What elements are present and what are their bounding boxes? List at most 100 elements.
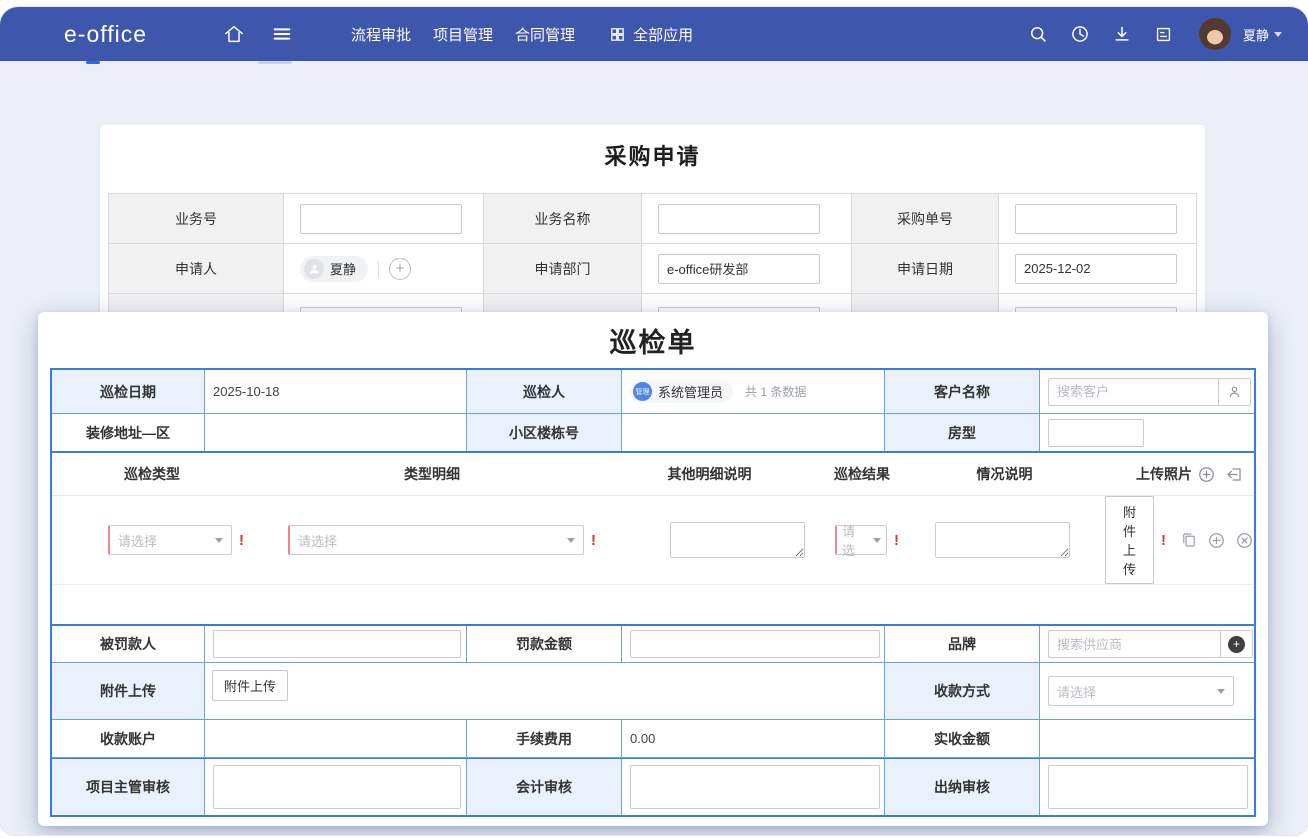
upload-photo-button[interactable]: 附件上传 [1105, 496, 1154, 584]
chevron-down-icon [1217, 689, 1225, 694]
inspector-name: 系统管理员 [658, 382, 723, 401]
inspection-detail-section: 巡检类型 类型明细 其他明细说明 巡检结果 情况说明 上传照片 [52, 451, 1254, 626]
top-navbar: e-office 流程审批 项目管理 合同管理 全部应用 [0, 7, 1308, 61]
all-apps-button[interactable]: 全部应用 [609, 24, 693, 45]
person-icon [304, 259, 324, 279]
fine-amount-input[interactable] [630, 630, 880, 658]
brand-search-input[interactable] [1048, 630, 1220, 658]
inspection-type-select[interactable]: 请选择 [108, 525, 232, 555]
cashier-audit-input[interactable] [1048, 765, 1248, 809]
room-type-input[interactable] [1048, 419, 1144, 447]
address-district-value[interactable] [205, 414, 467, 451]
main-nav: 流程审批 项目管理 合同管理 [351, 24, 575, 45]
pm-audit-label: 项目主管审核 [52, 759, 205, 815]
required-mark: ! [1161, 532, 1166, 549]
received-amount-label: 实收金额 [885, 720, 1040, 758]
nav-item-project-management[interactable]: 项目管理 [433, 24, 493, 45]
download-icon[interactable] [1107, 19, 1137, 49]
business-name-input[interactable] [658, 204, 820, 234]
apply-date-input[interactable] [1015, 254, 1177, 284]
chevron-down-icon [567, 538, 575, 543]
all-apps-label: 全部应用 [633, 24, 693, 45]
add-applicant-icon[interactable]: + [389, 258, 411, 280]
customer-search-input[interactable] [1048, 378, 1218, 406]
required-mark: ! [591, 532, 596, 549]
inspector-value: 管理 系统管理员 共 1 条数据 [622, 370, 885, 414]
attachment-cell: 附件上传 [205, 663, 885, 720]
fined-person-cell [205, 626, 467, 663]
upload-photo-header-cell: 上传照片 [1092, 453, 1254, 495]
nav-item-process-approval[interactable]: 流程审批 [351, 24, 411, 45]
inspection-date-label: 巡检日期 [52, 370, 205, 414]
applicant-name: 夏静 [330, 259, 356, 278]
situation-textarea[interactable] [935, 522, 1070, 558]
copy-row-icon[interactable] [1180, 531, 1198, 550]
insert-row-icon[interactable] [1225, 465, 1244, 484]
detail-input-row: 请选择 ! 请选择 ! [52, 496, 1254, 584]
business-name-label: 业务名称 [484, 194, 642, 244]
search-icon[interactable] [1023, 19, 1053, 49]
other-detail-header: 其他明细说明 [612, 453, 807, 495]
caret-down-icon [1274, 32, 1282, 37]
inspection-form-modal: 巡检单 巡检日期 2025-10-18 巡检人 管理 系统管理员 共 1 条数据… [38, 312, 1268, 826]
inspection-result-header: 巡检结果 [807, 453, 917, 495]
department-input[interactable] [658, 254, 820, 284]
handling-fee-value: 0.00 [622, 720, 885, 758]
applicant-label: 申请人 [109, 244, 284, 294]
person-search-icon[interactable] [1218, 378, 1251, 406]
required-mark: ! [239, 532, 244, 549]
receiving-account-value[interactable] [205, 720, 467, 758]
add-supplier-icon[interactable]: + [1220, 630, 1253, 658]
cashier-audit-label: 出纳审核 [885, 759, 1040, 815]
inspection-result-select[interactable]: 请选 [835, 525, 887, 555]
user-avatar[interactable] [1199, 18, 1231, 50]
app-logo: e-office [64, 21, 147, 48]
apply-date-label: 申请日期 [852, 244, 999, 294]
business-no-input[interactable] [300, 204, 462, 234]
attachment-upload-button[interactable]: 附件上传 [212, 670, 288, 701]
detail-spacer-row [52, 584, 1254, 624]
handling-fee-label: 手续费用 [467, 720, 622, 758]
fined-person-input[interactable] [213, 630, 461, 658]
inspector-chip[interactable]: 管理 系统管理员 [630, 380, 733, 403]
applicant-chip[interactable]: 夏静 [300, 256, 368, 282]
cashier-audit-cell [1040, 759, 1254, 815]
payment-method-select[interactable]: 请选择 [1048, 676, 1234, 706]
user-menu[interactable]: 夏静 [1243, 25, 1282, 44]
accountant-audit-input[interactable] [630, 765, 880, 809]
accountant-audit-cell [622, 759, 885, 815]
situation-header: 情况说明 [917, 453, 1092, 495]
purchase-no-input[interactable] [1015, 204, 1177, 234]
room-type-label: 房型 [885, 414, 1040, 451]
page-content: 采购申请 业务号 业务名称 采购单号 申请人 夏静 [0, 61, 1308, 835]
chevron-down-icon [215, 538, 223, 543]
received-amount-value[interactable] [1040, 720, 1254, 758]
notes-icon[interactable] [1149, 19, 1179, 49]
accountant-audit-label: 会计审核 [467, 759, 622, 815]
inspector-label: 巡检人 [467, 370, 622, 414]
divider [378, 261, 379, 277]
fine-amount-label: 罚款金额 [467, 626, 622, 663]
pm-audit-cell [205, 759, 467, 815]
payment-method-cell: 请选择 [1040, 663, 1254, 720]
inspection-date-value[interactable]: 2025-10-18 [205, 370, 467, 414]
required-mark: ! [894, 532, 899, 549]
navbar-right: 夏静 [1023, 18, 1282, 50]
purchase-form-title: 采购申请 [108, 139, 1197, 171]
receiving-account-label: 收款账户 [52, 720, 205, 758]
nav-item-contract-management[interactable]: 合同管理 [515, 24, 575, 45]
add-detail-icon[interactable] [1207, 531, 1226, 550]
add-row-icon[interactable] [1197, 465, 1216, 484]
fined-person-label: 被罚款人 [52, 626, 205, 663]
type-detail-select[interactable]: 请选择 [288, 525, 584, 555]
home-icon[interactable] [219, 19, 249, 49]
other-detail-textarea[interactable] [670, 522, 805, 558]
menu-icon[interactable] [267, 19, 297, 49]
room-type-cell [1040, 414, 1254, 451]
brand-cell: + [1040, 626, 1254, 663]
building-no-value[interactable] [622, 414, 885, 451]
delete-detail-icon[interactable] [1235, 531, 1254, 550]
clock-icon[interactable] [1065, 19, 1095, 49]
pm-audit-input[interactable] [213, 765, 461, 809]
inspection-form-table: 巡检日期 2025-10-18 巡检人 管理 系统管理员 共 1 条数据 客户名… [50, 368, 1256, 817]
